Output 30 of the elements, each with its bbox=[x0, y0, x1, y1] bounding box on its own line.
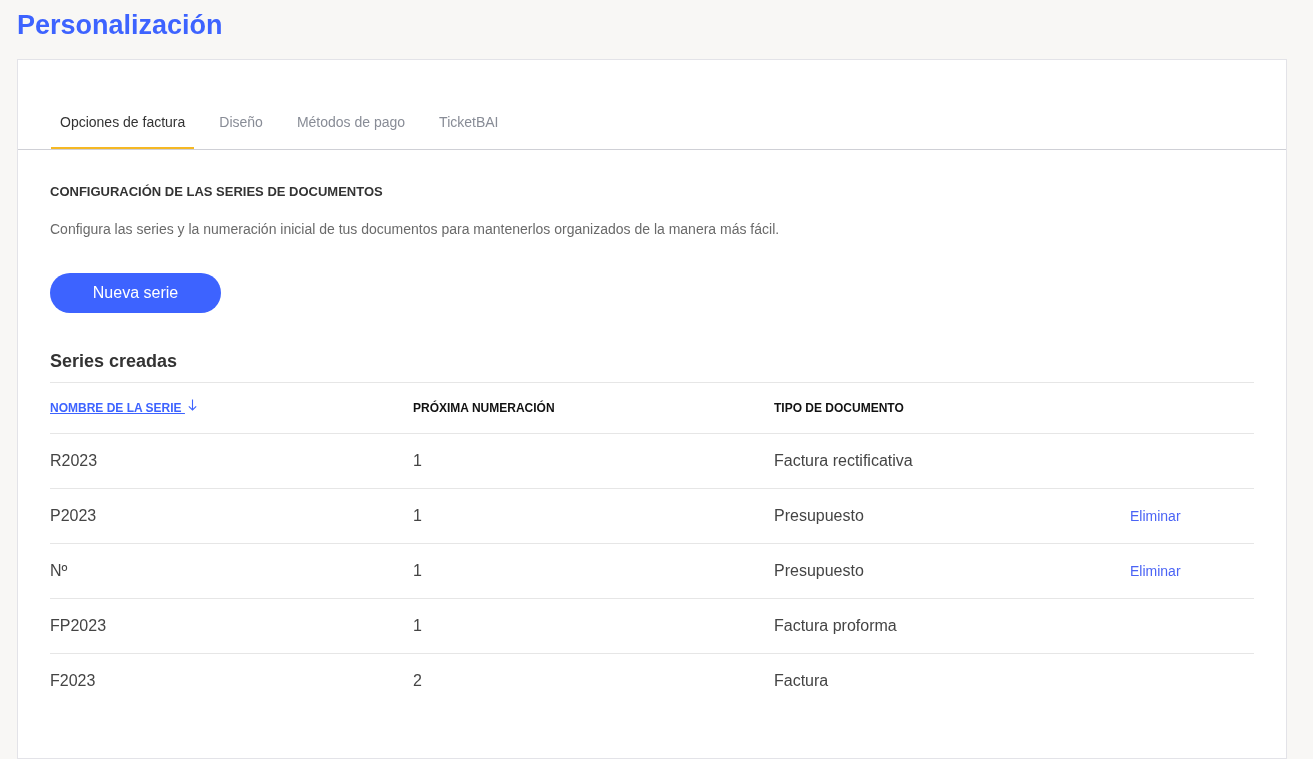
column-header: TIPO DE DOCUMENTO bbox=[774, 400, 904, 415]
tab[interactable]: Opciones de factura bbox=[51, 108, 195, 150]
page-title: Personalización bbox=[17, 9, 224, 42]
table-cell: 1 bbox=[413, 451, 422, 469]
section-heading: CONFIGURACIÓN DE LAS SERIES DE DOCUMENTOS bbox=[50, 184, 384, 200]
table-cell: Presupuesto bbox=[774, 506, 864, 524]
table-cell: Factura rectificativa bbox=[774, 451, 913, 469]
table-cell: Presupuesto bbox=[774, 561, 864, 579]
tab[interactable]: TicketBAI bbox=[430, 108, 508, 150]
delete-link[interactable]: Eliminar bbox=[1130, 507, 1181, 524]
sort-down-arrow-icon bbox=[187, 398, 197, 411]
table-cell: Factura bbox=[774, 671, 829, 689]
delete-link[interactable]: Eliminar bbox=[1130, 562, 1181, 579]
new-series-button[interactable]: Nueva serie bbox=[50, 273, 221, 313]
table-cell: Nº bbox=[50, 561, 68, 579]
sort-column-header[interactable]: NOMBRE DE LA SERIE bbox=[50, 400, 185, 415]
section-description: Configura las series y la numeración inicial de tus documentos para mantenerlos organizados de la manera más fácil. bbox=[50, 220, 781, 239]
table-cell: FP2023 bbox=[50, 616, 107, 634]
table-cell: R2023 bbox=[50, 451, 98, 469]
column-header: PRÓXIMA NUMERACIÓN bbox=[413, 400, 555, 415]
table-cell: 2 bbox=[413, 671, 422, 689]
table-cell: 1 bbox=[413, 561, 422, 579]
table-cell: P2023 bbox=[50, 506, 97, 524]
table-cell: Factura proforma bbox=[774, 616, 897, 634]
table-cell: 1 bbox=[413, 616, 422, 634]
tab[interactable]: Métodos de pago bbox=[287, 108, 415, 150]
table-cell: 1 bbox=[413, 506, 422, 524]
tab[interactable]: Diseño bbox=[210, 108, 272, 150]
table-title: Series creadas bbox=[50, 351, 179, 373]
table-cell: F2023 bbox=[50, 671, 96, 689]
